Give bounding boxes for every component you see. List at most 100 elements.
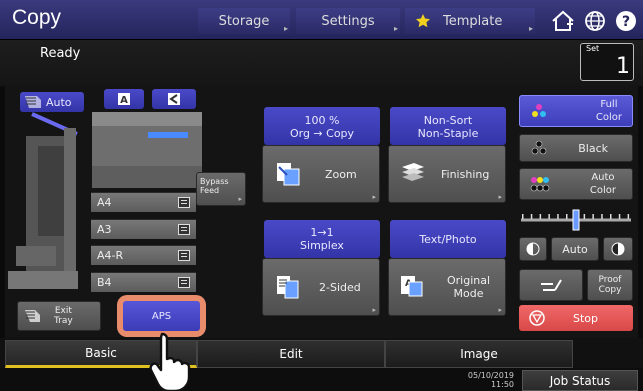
bypass-feed-button[interactable]: Bypass Feed ▸	[196, 172, 246, 206]
density-slider-thumb[interactable]	[572, 209, 580, 231]
tray-4-label: B4	[97, 276, 112, 289]
density-darker-button[interactable]	[603, 237, 633, 261]
tray-1[interactable]: A4	[91, 192, 196, 212]
auto-color-button[interactable]: Auto Color	[519, 168, 633, 200]
tray-1-label: A4	[97, 196, 112, 209]
corner-mark-icon: ▸	[393, 24, 398, 33]
interrupt-icon	[541, 279, 562, 291]
tab-storage-label: Storage	[218, 13, 270, 29]
stop-button[interactable]: Stop	[519, 305, 633, 331]
tray-4[interactable]: B4	[91, 272, 196, 292]
app-title: Copy	[12, 6, 62, 29]
copy-screen: Copy Storage ▸ Settings ▸ Template ▸ ? Read…	[0, 0, 643, 391]
tray-3-label: A4-R	[97, 249, 124, 262]
corner-mark-icon: ▸	[372, 306, 376, 314]
tab-edit-label: Edit	[279, 347, 303, 361]
job-status-button[interactable]: Job Status	[522, 370, 638, 391]
zoom-button[interactable]: Zoom ▸	[262, 145, 380, 203]
density-auto-label: Auto	[562, 242, 588, 256]
help-icon[interactable]: ?	[611, 8, 641, 34]
copy-count-label: Set	[586, 44, 600, 53]
black-button[interactable]: Black	[519, 134, 633, 162]
density-tick	[601, 214, 603, 219]
auto-color-label: Auto Color	[589, 172, 616, 196]
tray-settings-icon	[178, 197, 190, 208]
original-mode-value[interactable]: Text/Photo	[390, 220, 506, 258]
finishing-button[interactable]: Finishing ▸	[388, 145, 506, 203]
tray-3[interactable]: A4-R	[91, 245, 196, 265]
zoom-icon	[277, 163, 300, 186]
tab-settings[interactable]: Settings ▸	[296, 8, 400, 34]
corner-mark-icon: ▸	[283, 24, 288, 33]
auto-color-icon	[530, 177, 550, 192]
duplex-value[interactable]: 1→1 Simplex	[264, 220, 380, 258]
tray-settings-icon	[178, 250, 190, 261]
density-auto-button[interactable]: Auto	[551, 237, 599, 261]
footer-date: 05/10/2019	[467, 371, 514, 380]
density-slider[interactable]	[519, 208, 633, 234]
stop-label: Stop	[573, 311, 599, 325]
corner-mark-icon: ▸	[238, 195, 242, 203]
half-circle-right-icon	[611, 242, 625, 256]
black-dots-icon	[531, 140, 547, 155]
original-mode-label: Original Mode	[447, 274, 491, 300]
tab-storage[interactable]: Storage ▸	[198, 8, 290, 34]
density-tick	[539, 214, 542, 219]
footer-time: 11:50	[490, 380, 514, 389]
zoom-label: Zoom	[325, 167, 357, 181]
density-tick	[592, 214, 594, 219]
two-sided-button[interactable]: 2-Sided ▸	[262, 258, 380, 316]
landscape-a-icon	[168, 93, 180, 105]
density-tick	[548, 214, 550, 219]
density-lighter-button[interactable]	[519, 237, 547, 261]
density-tick	[557, 214, 559, 219]
status-text: Ready	[40, 46, 81, 61]
original-mode-button[interactable]: A Original Mode ▸	[388, 258, 506, 316]
density-tick	[530, 214, 533, 219]
zoom-value[interactable]: 100 % Org → Copy	[264, 107, 380, 145]
density-tick	[566, 214, 568, 219]
corner-mark-icon: ▸	[498, 306, 502, 314]
corner-mark-icon: ▸	[528, 24, 533, 33]
finishing-value[interactable]: Non-Sort Non-Staple	[390, 107, 506, 145]
stop-icon	[529, 310, 545, 326]
finishing-label: Finishing	[441, 167, 490, 181]
density-tick	[618, 214, 621, 219]
aps-label: APS	[151, 310, 172, 322]
aps-button[interactable]: APS	[123, 301, 200, 331]
color-dots-icon	[532, 104, 546, 117]
black-label: Black	[578, 141, 608, 155]
two-sided-label: 2-Sided	[319, 280, 361, 294]
bypass-feed-label: Bypass Feed	[200, 177, 229, 195]
exit-tray-label: Exit Tray	[54, 306, 73, 326]
proof-copy-button[interactable]: Proof Copy	[587, 269, 633, 301]
status-bar	[0, 40, 643, 86]
half-circle-left-icon	[526, 242, 540, 256]
tab-image[interactable]: Image	[385, 340, 573, 368]
exit-tray-button[interactable]: Exit Tray	[17, 301, 101, 331]
tray-2[interactable]: A3	[91, 219, 196, 239]
full-color-label: Full Color	[595, 99, 622, 123]
full-color-button[interactable]: Full Color	[519, 95, 633, 127]
original-mode-icon: A	[401, 276, 423, 297]
svg-text:?: ?	[622, 14, 630, 30]
copy-count-value: 1	[616, 54, 630, 79]
tab-template[interactable]: Template ▸	[405, 8, 535, 34]
exit-tray-icon	[25, 310, 40, 322]
portrait-a-icon: A	[118, 93, 130, 106]
two-sided-icon	[277, 276, 299, 299]
density-tick	[610, 214, 612, 219]
pointing-hand-icon	[149, 332, 191, 391]
globe-icon[interactable]	[580, 8, 610, 34]
tab-template-label: Template	[443, 13, 503, 29]
footer-datetime: 05/10/2019 11:50	[448, 371, 514, 389]
job-status-label: Job Status	[549, 373, 611, 388]
interrupt-button[interactable]	[519, 269, 583, 301]
corner-mark-icon: ▸	[372, 193, 376, 201]
tab-edit[interactable]: Edit	[197, 340, 385, 368]
proof-copy-label: Proof Copy	[598, 275, 622, 295]
svg-text:A: A	[120, 95, 128, 106]
tray-settings-icon	[178, 224, 190, 235]
home-icon[interactable]	[548, 8, 578, 34]
density-tick	[583, 214, 586, 219]
